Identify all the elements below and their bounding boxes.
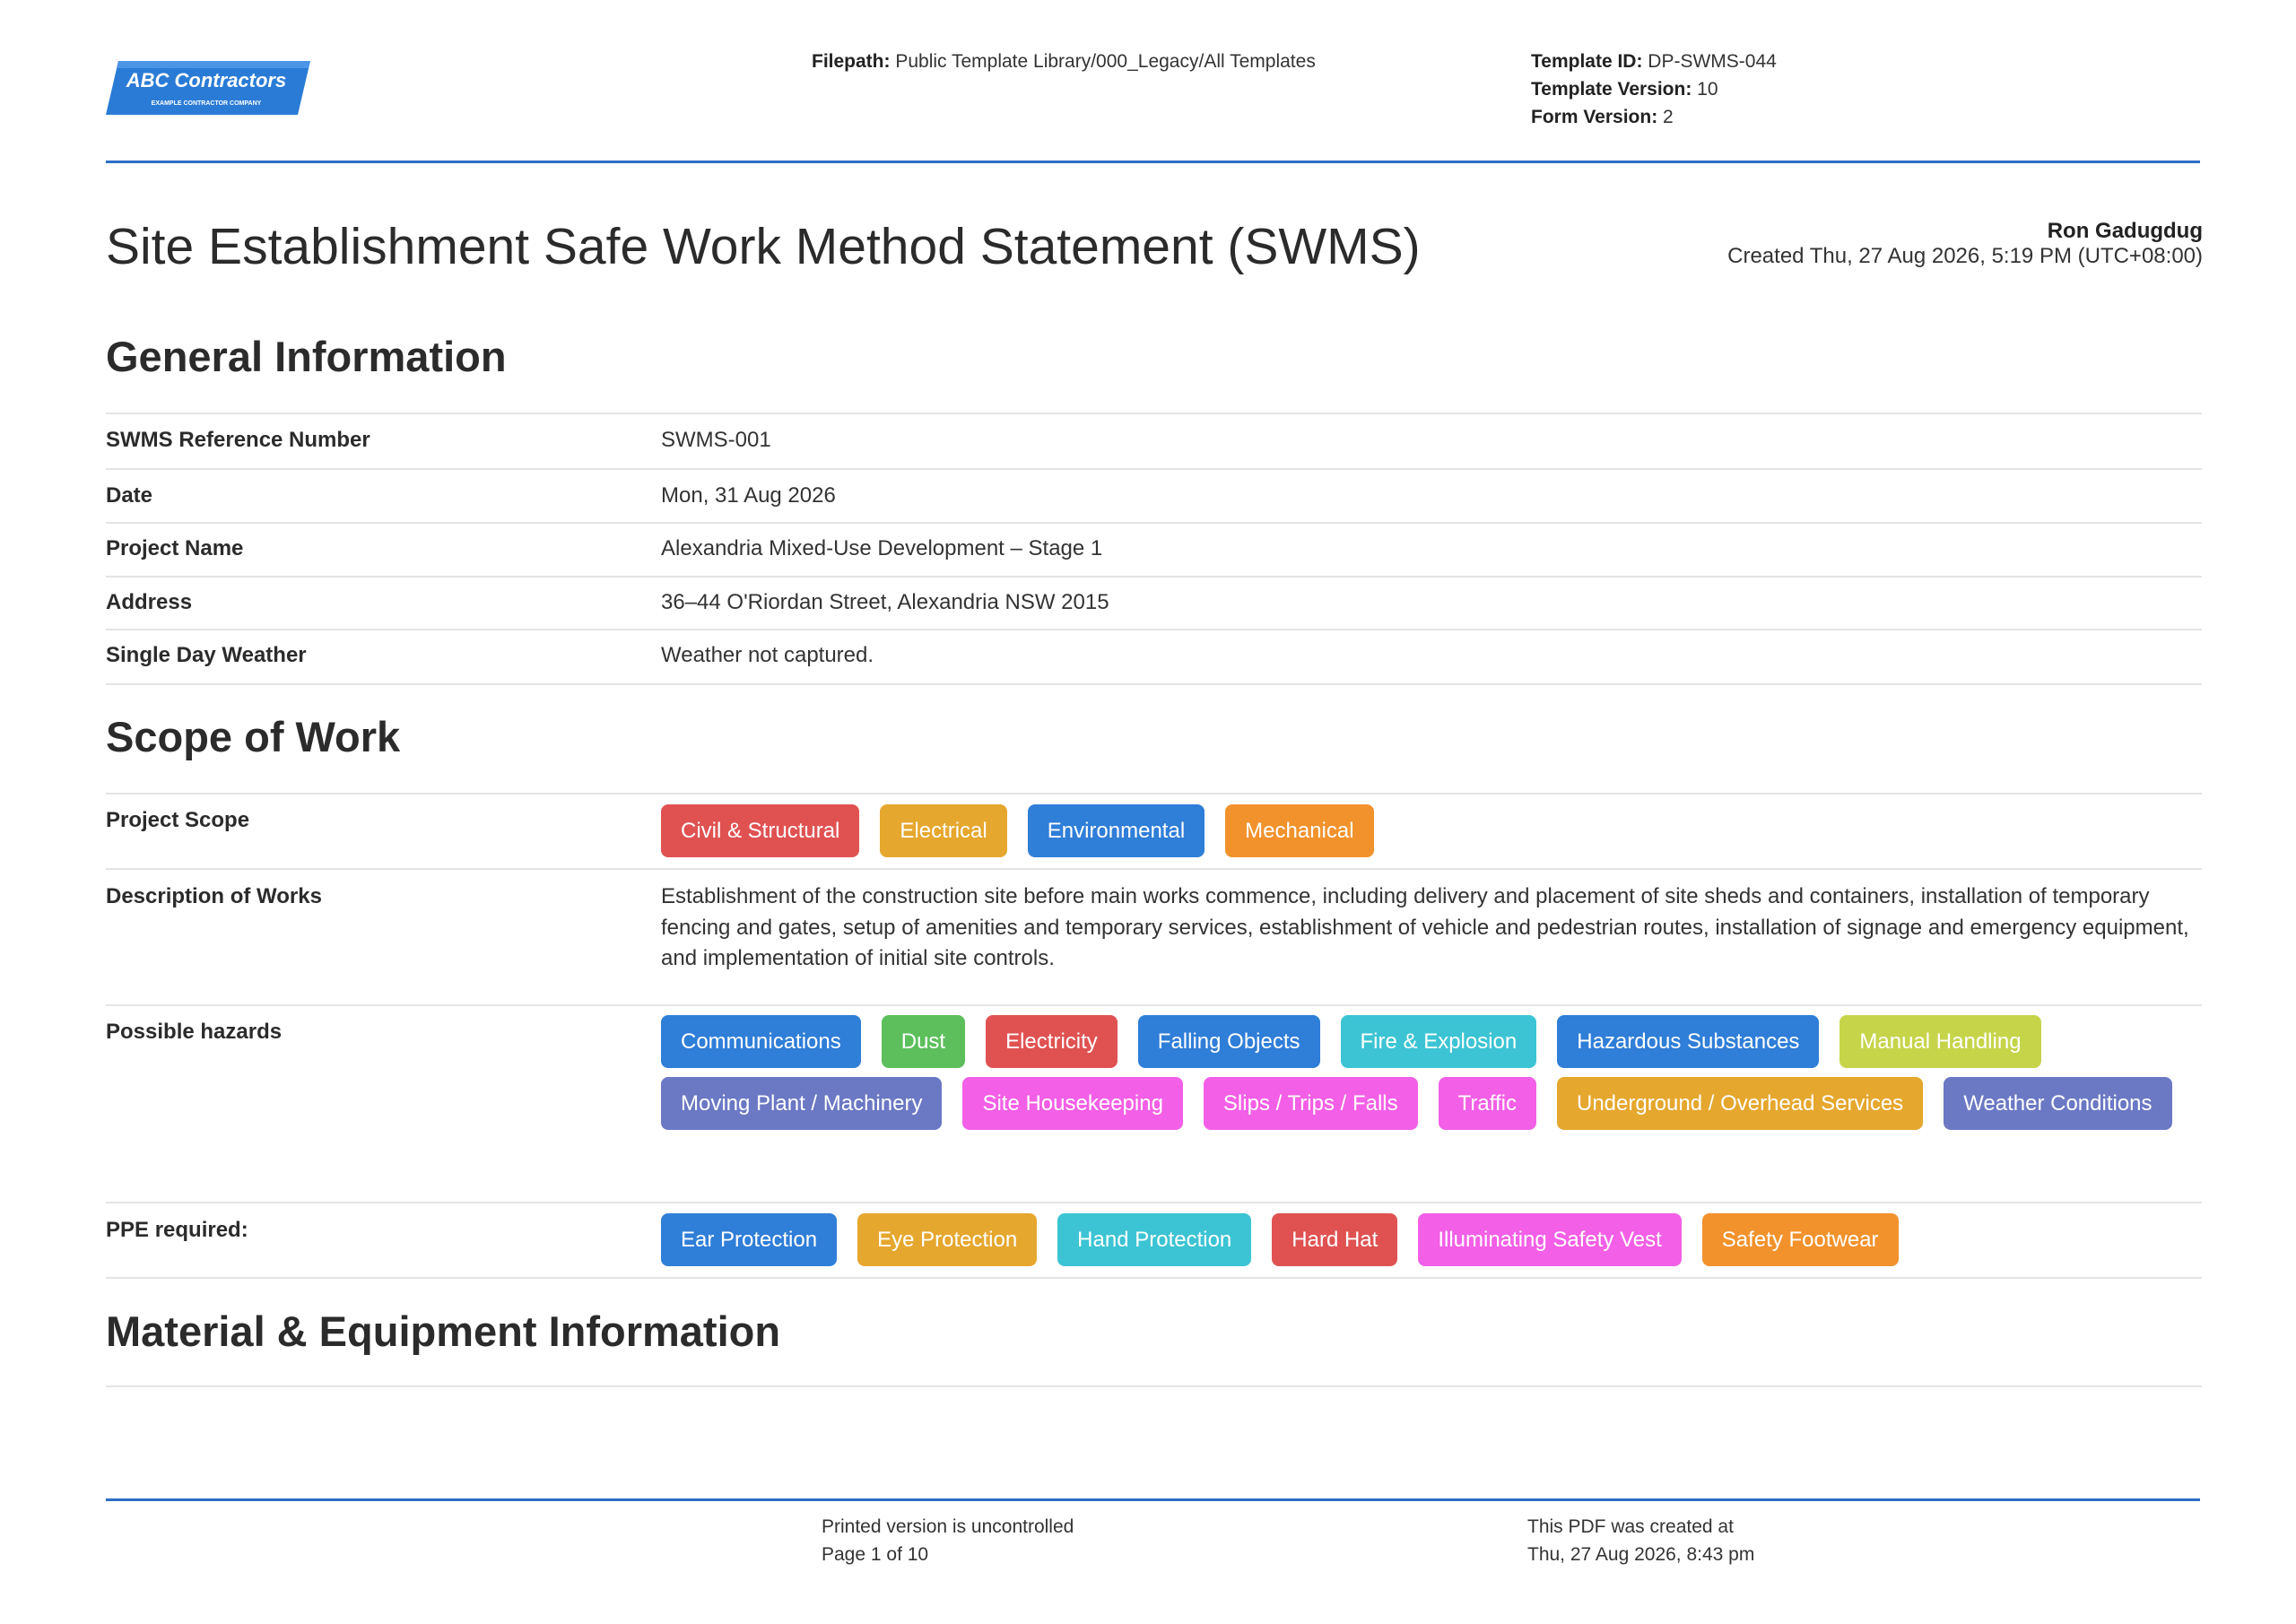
field-value-swms-reference: SWMS-001 — [661, 428, 771, 452]
footer-divider — [106, 1498, 2200, 1501]
divider — [106, 868, 2202, 870]
divider — [106, 413, 2202, 414]
ppe-tag: Hand Protection — [1057, 1213, 1252, 1266]
divider — [106, 522, 2202, 524]
field-label: Single Day Weather — [106, 643, 307, 667]
document-title: Site Establishment Safe Work Method Stat… — [106, 218, 1421, 275]
hazard-tag: Fire & Explosion — [1340, 1015, 1537, 1068]
hazard-tag: Dust — [881, 1015, 966, 1068]
company-logo: ABC Contractors EXAMPLE CONTRACTOR COMPA… — [106, 61, 310, 115]
template-id-label: Template ID: — [1531, 51, 1643, 72]
form-version-value: 2 — [1657, 107, 1674, 127]
field-value-address: 36–44 O'Riordan Street, Alexandria NSW 2… — [661, 590, 1109, 614]
divider — [106, 1385, 2202, 1387]
ppe-tag: Hard Hat — [1272, 1213, 1398, 1266]
divider — [106, 629, 2202, 630]
filepath-value: Public Template Library/000_Legacy/All T… — [890, 51, 1316, 72]
field-value-date: Mon, 31 Aug 2026 — [661, 483, 836, 508]
hazard-tag: Hazardous Substances — [1557, 1015, 1820, 1068]
divider — [106, 793, 2202, 795]
hazard-tag: Slips / Trips / Falls — [1203, 1077, 1418, 1130]
divider — [106, 1202, 2202, 1203]
divider — [106, 1277, 2202, 1279]
hazard-tag: Underground / Overhead Services — [1556, 1077, 1924, 1130]
template-info: Template ID: DP-SWMS-044 Template Versio… — [1531, 48, 1777, 131]
hazard-tag: Communications — [661, 1015, 861, 1068]
footer-left: Printed version is uncontrolled Page 1 o… — [822, 1513, 1074, 1568]
form-version-label: Form Version: — [1531, 107, 1658, 127]
ppe-tag: Eye Protection — [857, 1213, 1038, 1266]
ppe-tag: Safety Footwear — [1701, 1213, 1899, 1266]
field-label: SWMS Reference Number — [106, 428, 370, 452]
field-label: Description of Works — [106, 884, 322, 908]
hazard-tag: Manual Handling — [1839, 1015, 2041, 1068]
project-scope-tag: Electrical — [880, 804, 1007, 857]
pdf-created-label: This PDF was created at — [1527, 1516, 1734, 1537]
ppe-tag: Illuminating Safety Vest — [1418, 1213, 1682, 1266]
template-id-value: DP-SWMS-044 — [1642, 51, 1777, 72]
filepath: Filepath: Public Template Library/000_Le… — [812, 48, 1316, 75]
template-version: Template Version: 10 — [1531, 75, 1777, 103]
section-heading-general-information: General Information — [106, 333, 507, 380]
field-label: Date — [106, 483, 153, 508]
header-divider — [106, 161, 2200, 163]
divider — [106, 1004, 2202, 1006]
logo-subtext: EXAMPLE CONTRACTOR COMPANY — [152, 100, 262, 107]
template-id: Template ID: DP-SWMS-044 — [1531, 48, 1777, 75]
field-value-weather: Weather not captured. — [661, 643, 874, 667]
footer-right: This PDF was created at Thu, 27 Aug 2026… — [1527, 1513, 1754, 1568]
project-scope-tag: Environmental — [1027, 804, 1205, 857]
document-page: ABC Contractors EXAMPLE CONTRACTOR COMPA… — [0, 0, 2296, 1624]
ppe-tag: Ear Protection — [661, 1213, 838, 1266]
section-heading-scope-of-work: Scope of Work — [106, 713, 401, 760]
hazard-tag: Electricity — [986, 1015, 1118, 1068]
section-heading-material-equipment: Material & Equipment Information — [106, 1307, 781, 1355]
field-label: Project Scope — [106, 808, 250, 832]
hazard-tag: Traffic — [1438, 1077, 1536, 1130]
page-number: Page 1 of 10 — [822, 1544, 929, 1565]
divider — [106, 683, 2202, 685]
logo-text: ABC Contractors — [126, 69, 286, 91]
field-value-project-name: Alexandria Mixed-Use Development – Stage… — [661, 536, 1103, 560]
field-label: PPE required: — [106, 1218, 248, 1242]
uncontrolled-notice: Printed version is uncontrolled — [822, 1516, 1074, 1537]
description-of-works: Establishment of the construction site b… — [661, 884, 2189, 970]
field-label: Address — [106, 590, 193, 614]
template-version-label: Template Version: — [1531, 79, 1692, 100]
project-scope-tag: Civil & Structural — [661, 804, 860, 857]
hazard-tags: Communications Dust Electricity Falling Obj… — [661, 1015, 2204, 1130]
divider — [106, 468, 2202, 470]
field-label: Project Name — [106, 536, 244, 560]
hazard-tag: Site Housekeeping — [962, 1077, 1183, 1130]
hazard-tag: Moving Plant / Machinery — [661, 1077, 943, 1130]
pdf-created-timestamp: Thu, 27 Aug 2026, 8:43 pm — [1527, 1544, 1755, 1565]
created-timestamp: Created Thu, 27 Aug 2026, 5:19 PM (UTC+0… — [1727, 244, 2203, 268]
hazard-tag: Falling Objects — [1137, 1015, 1320, 1068]
template-version-value: 10 — [1692, 79, 1718, 100]
author-name: Ron Gadugdug — [2047, 219, 2203, 243]
filepath-label: Filepath: — [812, 51, 891, 72]
project-scope-tag: Mechanical — [1225, 804, 1374, 857]
author-block: Ron Gadugdug Created Thu, 27 Aug 2026, 5… — [1727, 219, 2203, 269]
field-label: Possible hazards — [106, 1020, 283, 1044]
project-scope-tags: Civil & Structural Electrical Environmenta… — [661, 804, 2204, 857]
ppe-tags: Ear Protection Eye Protection Hand Protect… — [661, 1213, 2204, 1266]
hazard-tag: Weather Conditions — [1944, 1077, 2172, 1130]
form-version: Form Version: 2 — [1531, 103, 1777, 131]
divider — [106, 576, 2202, 578]
